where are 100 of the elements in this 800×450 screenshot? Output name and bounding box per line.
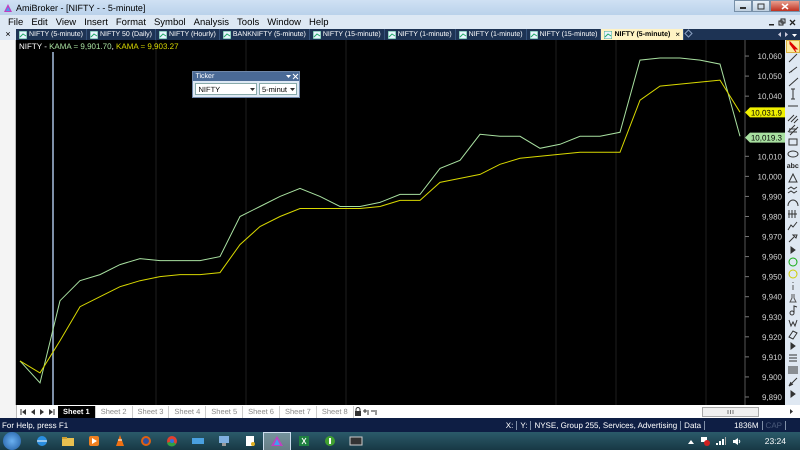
menu-item[interactable]: Edit [27, 16, 52, 28]
menu-item[interactable]: Window [263, 16, 306, 28]
scroll-right-icon[interactable] [784, 31, 789, 38]
add-sheet-icon[interactable] [362, 407, 370, 416]
axis-label: 9,970 [762, 232, 782, 242]
show-hidden-icon[interactable] [688, 438, 694, 444]
scroll-right-icon[interactable] [789, 408, 794, 415]
axis-label: 9,900 [762, 372, 782, 382]
zigzag-icon[interactable] [786, 220, 799, 232]
browser-icon[interactable] [34, 434, 50, 448]
dropdown-icon[interactable] [791, 31, 798, 38]
close-button[interactable] [770, 0, 800, 12]
axis-label: 9,920 [762, 332, 782, 342]
line-icon[interactable] [786, 64, 799, 76]
help-text: For Help, press F1 [1, 420, 70, 430]
chart-icon [312, 30, 321, 38]
chart-icon [530, 30, 538, 38]
menu-item[interactable]: Help [305, 16, 333, 28]
eraser-icon[interactable] [786, 328, 799, 340]
close-icon [781, 2, 789, 10]
firefox-icon[interactable] [138, 434, 154, 448]
axis-label: 10,050 [758, 72, 782, 82]
price-tag: 10,019.3 [745, 132, 786, 143]
menu-item[interactable]: Insert [80, 16, 112, 28]
channel-icon[interactable] [786, 124, 799, 136]
maximize-icon [757, 2, 765, 10]
window-title: AmiBroker - [NIFTY - - 5-minute] [16, 2, 146, 12]
status-field: 1836M [731, 420, 763, 430]
status-field: CAP [762, 420, 786, 430]
media-player-icon[interactable] [86, 434, 102, 448]
status-field: Data [681, 420, 706, 430]
axis-label: 10,060 [758, 52, 782, 62]
axis-label: 9,980 [762, 212, 782, 222]
axis-label: 10,000 [758, 172, 782, 182]
axis-label: 10,040 [758, 92, 782, 102]
flag-icon[interactable] [700, 436, 710, 446]
close-icon[interactable] [789, 18, 796, 26]
signal-icon[interactable] [716, 437, 726, 445]
ray-icon[interactable] [786, 76, 799, 88]
menu-item[interactable]: Analysis [190, 16, 234, 28]
spreadsheet-icon[interactable] [296, 434, 312, 448]
previous-icon[interactable] [29, 408, 37, 416]
scrollbar-thumb[interactable] [702, 406, 759, 416]
remove-sheet-icon[interactable] [370, 407, 378, 416]
chart-legend: NIFTY - KAMA = 9,901.70, KAMA = 9,903.27 [19, 42, 180, 51]
app-logo-icon [3, 2, 13, 12]
axis-label: 9,910 [762, 352, 782, 362]
menu-item[interactable]: Tools [233, 16, 264, 28]
wave-icon[interactable] [786, 184, 799, 196]
chrome-icon[interactable] [164, 434, 180, 448]
triangle-icon[interactable] [786, 172, 799, 184]
minimize-button[interactable] [734, 0, 752, 12]
axis-label: 9,890 [762, 392, 782, 402]
close-tab-button[interactable]: × [0, 29, 16, 40]
dropdown-icon [248, 85, 256, 93]
start-button[interactable] [3, 432, 21, 450]
chart-icon [458, 30, 467, 38]
maximize-button[interactable] [752, 0, 770, 12]
pointer-icon[interactable] [786, 40, 799, 52]
menu-item[interactable]: View [52, 16, 80, 28]
status-field: Y: [517, 420, 532, 430]
chart-icon [90, 30, 98, 38]
lock-icon[interactable] [354, 407, 362, 416]
axis-label: 9,950 [762, 272, 782, 282]
price-tag: 10,031.9 [745, 107, 786, 118]
restore-icon[interactable] [778, 18, 786, 26]
chart-icon [222, 30, 231, 38]
chart-icon [19, 30, 27, 38]
menu-icon[interactable] [786, 352, 799, 364]
flask-icon[interactable] [786, 292, 799, 304]
scroll-left-icon[interactable] [777, 31, 782, 38]
chart-icon [604, 30, 612, 38]
chart-icon [388, 30, 396, 38]
parallel-lines-icon[interactable] [786, 112, 799, 124]
monitor-icon[interactable] [216, 434, 232, 448]
axis-label: 9,930 [762, 312, 782, 322]
rectangle-icon[interactable] [786, 136, 799, 148]
axis-label: 9,960 [762, 252, 782, 262]
next-icon[interactable] [38, 408, 46, 416]
axis-label: 9,940 [762, 292, 782, 302]
note-icon[interactable] [786, 304, 799, 316]
last-icon[interactable] [47, 408, 55, 416]
axis-label: 9,990 [762, 192, 782, 202]
menu-item[interactable]: Symbol [150, 16, 190, 28]
speaker-icon[interactable] [732, 436, 741, 446]
menu-item[interactable]: File [4, 16, 28, 28]
barcode-icon[interactable] [786, 364, 799, 376]
axis-label: 10,010 [758, 152, 782, 162]
add-tab-icon[interactable] [684, 29, 693, 38]
first-icon[interactable] [20, 408, 28, 416]
chart-icon [158, 30, 167, 38]
torrent-icon[interactable] [322, 434, 338, 448]
menu-item[interactable]: Format [112, 16, 150, 28]
grip-icon [727, 410, 734, 414]
folder-icon[interactable] [60, 434, 76, 448]
tab-close-button[interactable]: × [672, 30, 680, 39]
bars-icon[interactable] [786, 208, 799, 220]
status-field: NYSE, Group 255, Services, Advertising [531, 420, 682, 430]
line-icon[interactable] [786, 52, 799, 64]
clock[interactable]: 23:24 [746, 436, 800, 446]
